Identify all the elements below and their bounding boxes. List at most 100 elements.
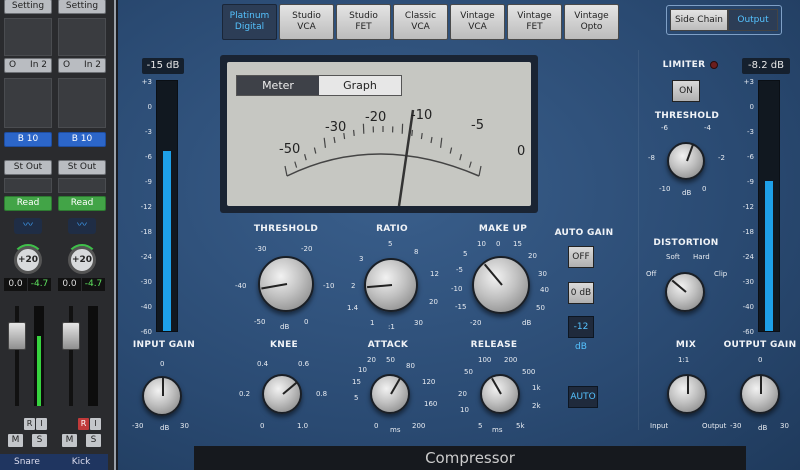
insert-slot[interactable] [58,78,106,128]
auto-gain-minus12-button[interactable]: -12 dB [568,316,594,352]
meter-scale-tick: -9 [145,178,152,186]
makeup-tick: 10 [477,240,486,248]
auto-gain-0db-button[interactable]: 0 dB [568,282,594,304]
fader-cap[interactable] [8,322,26,350]
peak-value: -4.7 [82,278,105,291]
input-ring-icon: O [9,60,17,70]
input-slot[interactable]: O In 2 [58,58,106,73]
input-gain-label: INPUT GAIN [132,340,196,350]
channel-name[interactable]: Kick [54,454,108,470]
solo-button[interactable]: S [86,434,101,447]
volume-fader[interactable] [58,306,106,406]
input-monitor-button[interactable]: I [36,418,47,430]
send-bus-button[interactable]: B 10 [4,132,52,147]
release-knob[interactable] [480,374,520,414]
knee-tick: 0.2 [239,390,251,398]
setting-button[interactable]: Setting [58,0,106,14]
threshold-knob[interactable] [258,256,314,312]
vu-tick [430,136,433,144]
attack-tick: 50 [386,356,395,364]
ratio-tick: 3 [359,255,364,263]
meter-scale-tick: -24 [742,253,754,261]
attack-tick: 5 [354,394,359,402]
tab-graph[interactable]: Graph [319,76,401,95]
limiter-threshold-knob[interactable] [667,142,705,180]
output-button[interactable]: Output [728,9,778,31]
input-ring-icon: O [63,60,71,70]
send-bus-button[interactable]: B 10 [58,132,106,147]
side-chain-button[interactable]: Side Chain [670,9,728,31]
input-monitor-button[interactable]: I [90,418,101,430]
limiter-on-button[interactable]: ON [672,80,700,102]
auto-gain-off-button[interactable]: OFF [568,246,594,268]
attack-tick: 15 [352,378,361,386]
knee-tick: 1.0 [297,422,309,430]
model-button[interactable]: Vintage VCA [450,4,505,40]
knob-indicator [483,263,503,286]
vu-scale-label: -50 [279,142,301,157]
limiter-led-icon [710,61,718,69]
model-button[interactable]: Studio VCA [279,4,334,40]
attack-tick: 80 [406,362,415,370]
record-button[interactable]: R [78,418,89,430]
mute-button[interactable]: M [8,434,23,447]
plugin-title: Compressor [194,446,746,470]
vu-tick [353,129,355,137]
mix-knob[interactable] [667,374,707,414]
vu-tick [294,161,298,168]
automation-button[interactable]: Read [4,196,52,211]
input-gain-knob[interactable] [142,376,182,416]
limiter-tick: -6 [661,124,668,132]
distortion-knob[interactable] [665,272,705,312]
knob-indicator [282,381,298,395]
threshold-tick: -30 [255,245,267,253]
model-button[interactable]: Classic VCA [393,4,448,40]
volume-readout: 0.0 -4.7 [58,278,106,291]
eq-slot[interactable] [58,18,106,56]
makeup-knob[interactable] [472,256,530,314]
mute-button[interactable]: M [62,434,77,447]
ratio-knob[interactable] [364,258,418,312]
group-slot[interactable] [4,178,52,193]
automation-button[interactable]: Read [58,196,106,211]
knob-indicator [367,284,393,289]
record-button[interactable]: R [24,418,35,430]
pan-knob[interactable]: +20 [66,244,98,274]
knee-knob[interactable] [262,374,302,414]
ratio-tick: 2 [351,282,356,290]
channel-name[interactable]: Snare [0,454,54,470]
input-gain-tick: 0 [160,360,165,368]
auto-release-button[interactable]: AUTO [568,386,598,408]
tab-meter[interactable]: Meter [237,76,319,95]
limiter-threshold-label: THRESHOLD [654,111,720,121]
waveform-icon[interactable]: 〰 [14,218,42,234]
group-slot[interactable] [58,178,106,193]
model-button[interactable]: Vintage FET [507,4,562,40]
waveform-icon[interactable]: 〰 [68,218,96,234]
model-button[interactable]: Platinum Digital [222,4,277,40]
output-db-readout: -8.2 dB [742,58,790,74]
output-button[interactable]: St Out [58,160,106,175]
ratio-tick: 5 [388,240,393,248]
vu-scale-label: -5 [471,118,484,133]
model-button[interactable]: Studio FET [336,4,391,40]
output-gain-unit: dB [758,424,768,432]
makeup-label: MAKE UP [478,224,528,234]
vu-scale-label: 0 [517,144,526,159]
pan-knob[interactable]: +20 [12,244,44,274]
eq-slot[interactable] [4,18,52,56]
fader-cap[interactable] [62,322,80,350]
output-button[interactable]: St Out [4,160,52,175]
solo-button[interactable]: S [32,434,47,447]
attack-knob[interactable] [370,374,410,414]
insert-slot[interactable] [4,78,52,128]
meter-scale-tick: +3 [743,78,754,86]
setting-button[interactable]: Setting [4,0,52,14]
volume-fader[interactable] [4,306,52,406]
vu-tick [478,165,482,177]
distortion-tick: Clip [714,270,728,278]
knob-indicator [760,376,762,394]
output-gain-knob[interactable] [740,374,780,414]
input-slot[interactable]: O In 2 [4,58,52,73]
model-button[interactable]: Vintage Opto [564,4,619,40]
